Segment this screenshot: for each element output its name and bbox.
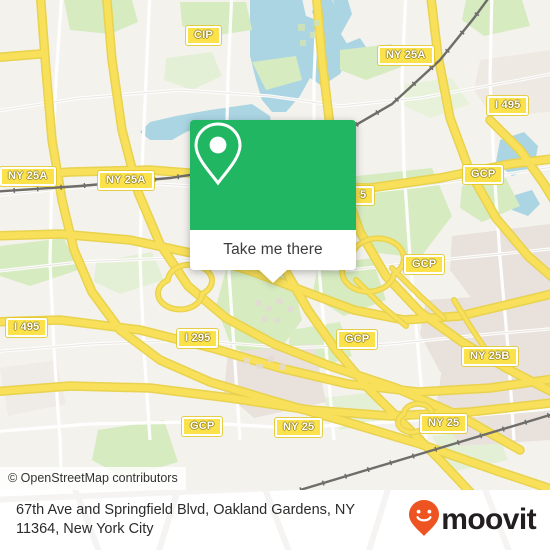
callout-action-panel[interactable]: Take me there [190, 230, 356, 283]
address-text: 67th Ave and Springfield Blvd, Oakland G… [16, 501, 408, 539]
map-screenshot: CIP NY 25A I 495 NY 25A NY 25A GCP 5 GCP I 495 I … [0, 0, 550, 550]
callout-image-panel [190, 120, 356, 230]
road-shield: GCP [404, 255, 445, 274]
road-shield: GCP [337, 330, 378, 349]
road-shield: GCP [182, 417, 223, 436]
take-me-there-button[interactable]: Take me there [223, 241, 323, 259]
road-shield: NY 25A [0, 167, 56, 186]
location-callout[interactable]: Take me there [190, 120, 356, 283]
road-shield: NY 25A [378, 46, 434, 65]
callout-pointer [258, 269, 288, 283]
road-shield: I 295 [177, 329, 219, 348]
road-shield: NY 25 [275, 418, 323, 437]
road-shield: NY 25A [98, 171, 154, 190]
road-shield: NY 25 [420, 414, 468, 433]
road-shield: I 495 [487, 96, 529, 115]
moovit-logo[interactable]: moovit [408, 499, 537, 542]
osm-attribution[interactable]: © OpenStreetMap contributors [0, 467, 186, 490]
address-line-1: 67th Ave and Springfield Blvd, Oakland G… [16, 502, 356, 518]
address-line-2: 11364, New York City [16, 521, 154, 537]
road-shield: NY 25B [462, 347, 518, 366]
moovit-smiley-pin-icon [408, 499, 440, 542]
map-canvas[interactable]: CIP NY 25A I 495 NY 25A NY 25A GCP 5 GCP I 495 I … [0, 0, 550, 490]
moovit-wordmark: moovit [441, 503, 536, 536]
footer-bar: 67th Ave and Springfield Blvd, Oakland G… [0, 490, 550, 550]
road-shield: I 495 [6, 318, 48, 337]
road-shield: GCP [463, 165, 504, 184]
road-shield: CIP [186, 26, 221, 45]
